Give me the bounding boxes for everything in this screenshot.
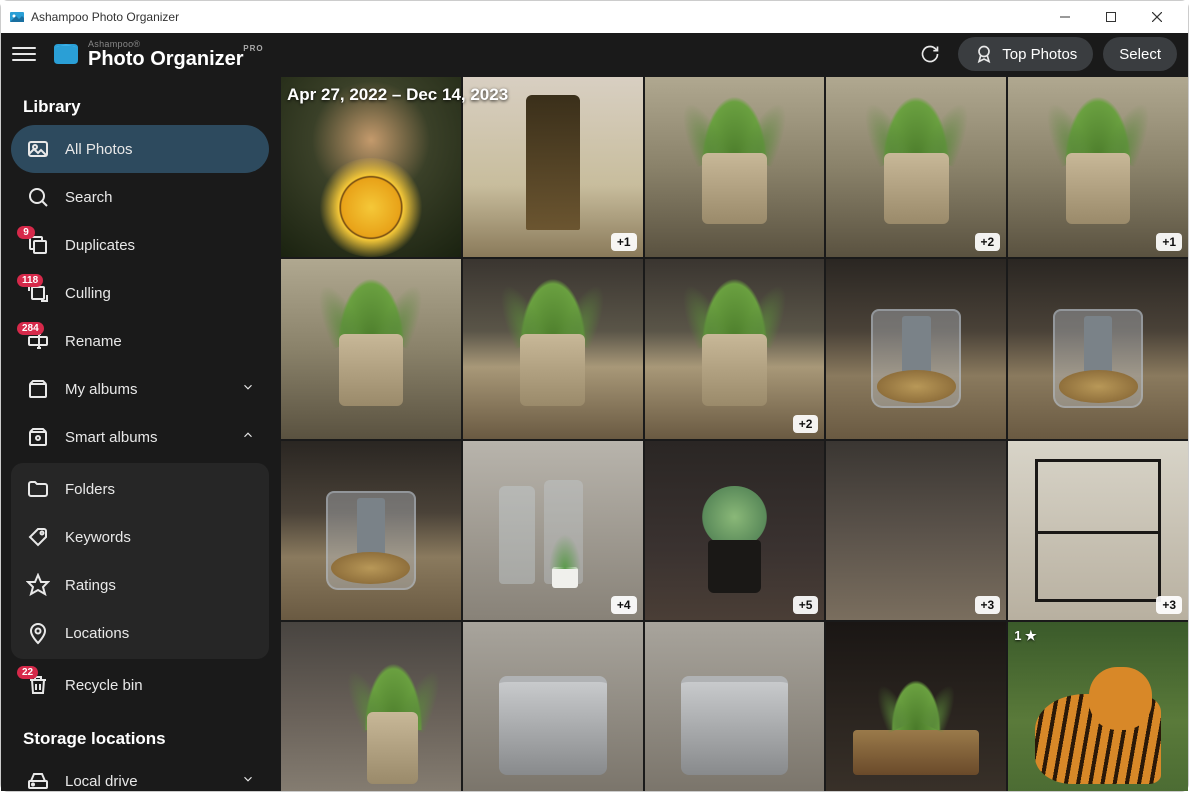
library-heading: Library bbox=[1, 85, 279, 125]
duplicates-icon: 9 bbox=[25, 232, 51, 258]
brand-icon bbox=[52, 42, 80, 66]
stack-badge: +5 bbox=[793, 596, 819, 614]
photo-grid: +1+2+1+2+4+5+3+31 ★2 ★ bbox=[279, 77, 1188, 791]
rosette-icon bbox=[974, 44, 994, 64]
brand-edition: PRO bbox=[243, 45, 263, 53]
photo-tile[interactable] bbox=[645, 77, 825, 257]
sidebar-item-label: My albums bbox=[65, 381, 227, 398]
photo-tile[interactable]: 1 ★ bbox=[1008, 622, 1188, 791]
photo-tile[interactable]: +2 bbox=[645, 259, 825, 439]
folder-icon bbox=[25, 476, 51, 502]
photo-tile[interactable] bbox=[281, 441, 461, 621]
storage-heading: Storage locations bbox=[1, 717, 279, 757]
sidebar-item-keywords[interactable]: Keywords bbox=[11, 513, 269, 561]
location-icon bbox=[25, 620, 51, 646]
select-label: Select bbox=[1119, 46, 1161, 63]
chevron-down-icon bbox=[241, 772, 255, 790]
photo-tile[interactable]: +3 bbox=[826, 441, 1006, 621]
sidebar-item-label: Recycle bin bbox=[65, 677, 255, 694]
refresh-button[interactable] bbox=[912, 36, 948, 72]
tag-icon bbox=[25, 524, 51, 550]
sidebar-item-my-albums[interactable]: My albums bbox=[11, 365, 269, 413]
sidebar-item-duplicates[interactable]: 9 Duplicates bbox=[11, 221, 269, 269]
stack-badge: +2 bbox=[975, 233, 1001, 251]
sidebar-item-smart-albums[interactable]: Smart albums bbox=[11, 413, 269, 461]
minimize-button[interactable] bbox=[1042, 1, 1088, 33]
drive-icon bbox=[25, 768, 51, 791]
top-photos-label: Top Photos bbox=[1002, 46, 1077, 63]
sidebar-item-label: Keywords bbox=[65, 529, 255, 546]
select-button[interactable]: Select bbox=[1103, 37, 1177, 71]
sidebar-item-label: Duplicates bbox=[65, 237, 255, 254]
sidebar-item-label: Rename bbox=[65, 333, 255, 350]
rename-icon: 284 bbox=[25, 328, 51, 354]
window-title: Ashampoo Photo Organizer bbox=[31, 10, 179, 24]
photo-tile[interactable] bbox=[463, 259, 643, 439]
photo-tile[interactable]: +3 bbox=[1008, 441, 1188, 621]
chevron-down-icon bbox=[241, 380, 255, 398]
stack-badge: +3 bbox=[975, 596, 1001, 614]
sidebar-item-ratings[interactable]: Ratings bbox=[11, 561, 269, 609]
sidebar-item-label: Smart albums bbox=[65, 429, 227, 446]
stack-badge: +4 bbox=[611, 596, 637, 614]
titlebar: Ashampoo Photo Organizer bbox=[1, 1, 1188, 33]
star-icon bbox=[25, 572, 51, 598]
brand: Ashampoo® Photo Organizer PRO bbox=[52, 40, 244, 69]
rating-badge: 1 ★ bbox=[1014, 628, 1037, 644]
menu-button[interactable] bbox=[12, 42, 36, 66]
sidebar-item-local-drive[interactable]: Local drive bbox=[11, 757, 269, 791]
sidebar-item-rename[interactable]: 284 Rename bbox=[11, 317, 269, 365]
photo-tile[interactable]: +1 bbox=[1008, 77, 1188, 257]
photo-tile[interactable] bbox=[645, 622, 825, 791]
badge: 118 bbox=[17, 274, 43, 287]
photo-tile[interactable] bbox=[826, 259, 1006, 439]
smart-albums-group: Folders Keywords Ratings Locations bbox=[11, 463, 269, 659]
badge: 22 bbox=[17, 666, 38, 679]
sidebar-item-label: Culling bbox=[65, 285, 255, 302]
sidebar-item-label: Ratings bbox=[65, 577, 255, 594]
photo-tile[interactable] bbox=[463, 622, 643, 791]
photo-tile[interactable]: +4 bbox=[463, 441, 643, 621]
photo-tile[interactable]: +2 bbox=[826, 77, 1006, 257]
photo-tile[interactable] bbox=[1008, 259, 1188, 439]
close-button[interactable] bbox=[1134, 1, 1180, 33]
top-photos-button[interactable]: Top Photos bbox=[958, 37, 1093, 71]
topbar: Ashampoo® Photo Organizer PRO Top Photos… bbox=[0, 32, 1189, 76]
badge: 284 bbox=[17, 322, 44, 335]
stack-badge: +1 bbox=[611, 233, 637, 251]
sidebar: Library All Photos Search 9 Duplicates 1… bbox=[1, 33, 279, 791]
app-icon bbox=[9, 9, 25, 25]
sidebar-item-label: Search bbox=[65, 189, 255, 206]
stack-badge: +3 bbox=[1156, 596, 1182, 614]
sidebar-item-label: Local drive bbox=[65, 773, 227, 790]
sidebar-item-culling[interactable]: 118 Culling bbox=[11, 269, 269, 317]
trash-icon: 22 bbox=[25, 672, 51, 698]
sidebar-item-label: Folders bbox=[65, 481, 255, 498]
photo-tile[interactable] bbox=[281, 622, 461, 791]
date-range-header: Apr 27, 2022 – Dec 14, 2023 bbox=[287, 85, 508, 105]
stack-badge: +2 bbox=[793, 415, 819, 433]
sidebar-item-all-photos[interactable]: All Photos bbox=[11, 125, 269, 173]
photo-tile[interactable]: +5 bbox=[645, 441, 825, 621]
search-icon bbox=[25, 184, 51, 210]
stack-badge: +1 bbox=[1156, 233, 1182, 251]
chevron-up-icon bbox=[241, 428, 255, 446]
sidebar-item-search[interactable]: Search bbox=[11, 173, 269, 221]
sidebar-item-recycle-bin[interactable]: 22 Recycle bin bbox=[11, 661, 269, 709]
sidebar-item-folders[interactable]: Folders bbox=[11, 465, 269, 513]
content-area: Apr 27, 2022 – Dec 14, 2023 +1 +2 +1 +2 +4 +5… bbox=[279, 33, 1188, 791]
badge: 9 bbox=[17, 226, 35, 239]
album-icon bbox=[25, 376, 51, 402]
photo-tile[interactable] bbox=[281, 259, 461, 439]
maximize-button[interactable] bbox=[1088, 1, 1134, 33]
sidebar-item-locations[interactable]: Locations bbox=[11, 609, 269, 657]
photos-icon bbox=[25, 136, 51, 162]
sidebar-item-label: Locations bbox=[65, 625, 255, 642]
culling-icon: 118 bbox=[25, 280, 51, 306]
sidebar-item-label: All Photos bbox=[65, 141, 255, 158]
smart-album-icon bbox=[25, 424, 51, 450]
brand-product: Photo Organizer PRO bbox=[88, 49, 244, 69]
photo-tile[interactable] bbox=[826, 622, 1006, 791]
